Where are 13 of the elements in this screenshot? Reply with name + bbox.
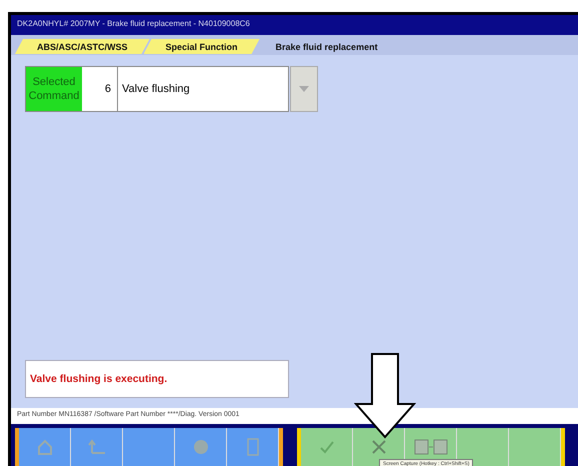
house-icon [36,439,52,455]
document-icon [246,438,258,456]
close-icon [372,440,386,454]
check-icon [318,440,334,454]
breadcrumb-tab[interactable]: Special Function [144,39,260,54]
window-title: DK2A0NHYL# 2007MY - Brake fluid replacement - N40109008C6 [11,15,578,35]
breadcrumb-tab[interactable]: ABS/ASC/ASTC/WSS [15,39,150,54]
status-message: Valve flushing is executing. [25,360,289,398]
arrow-icon [88,439,106,455]
down-arrow-icon [354,353,416,439]
screen-capture-icon [414,439,448,455]
caret-icon [299,86,309,92]
dropdown-button[interactable] [290,66,318,112]
